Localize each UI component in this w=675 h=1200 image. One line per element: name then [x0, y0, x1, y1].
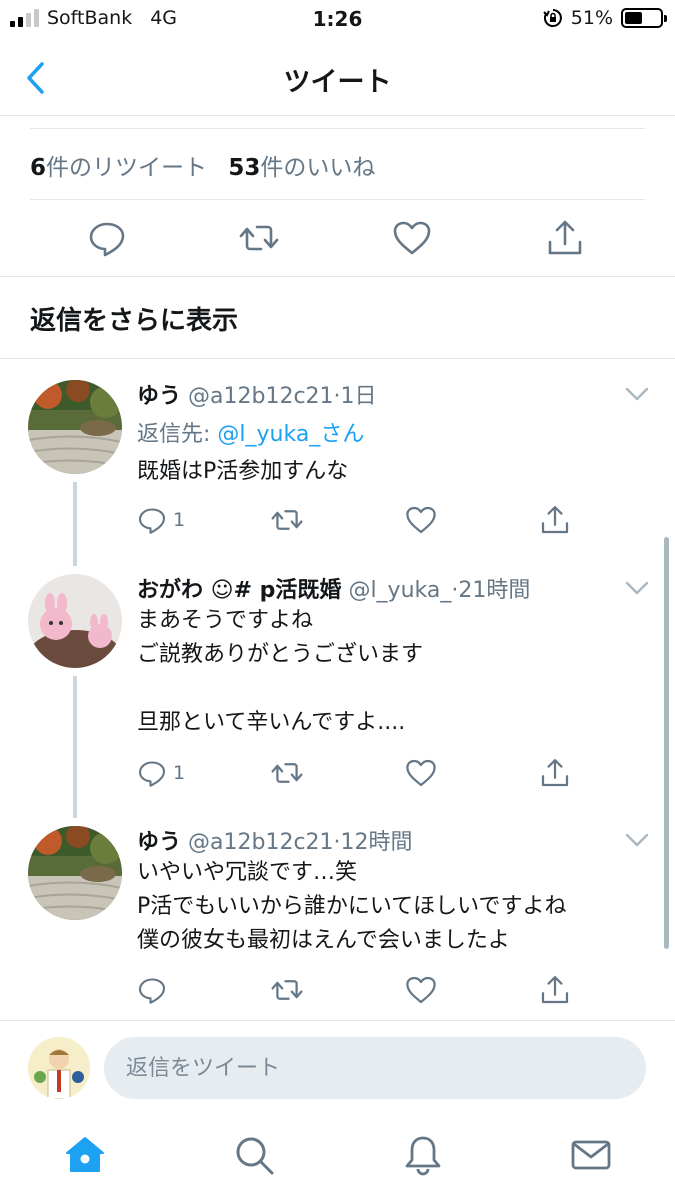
- chevron-down-icon[interactable]: [625, 832, 649, 848]
- reply-icon[interactable]: [87, 218, 127, 258]
- battery-level-fill: [625, 12, 643, 24]
- handle[interactable]: @a12b12c21: [188, 830, 334, 855]
- reply-icon: [138, 761, 166, 787]
- my-avatar[interactable]: [28, 1037, 90, 1099]
- reply-icon: [138, 508, 166, 534]
- display-name[interactable]: ゆう: [137, 830, 181, 855]
- like-icon[interactable]: [405, 974, 437, 1006]
- tweet-actions: 1: [0, 504, 675, 536]
- thread-line: [73, 676, 77, 818]
- reply-tweet[interactable]: ゆう @a12b12c21·1日 返信先: @l_yuka_さん 既婚はP活参加…: [0, 360, 675, 566]
- likes-label: 件のいいね: [260, 155, 376, 181]
- battery-percent: 51%: [570, 7, 613, 29]
- notifications-icon[interactable]: [402, 1134, 444, 1176]
- page-title: ツイート: [283, 67, 392, 98]
- search-icon[interactable]: [233, 1134, 275, 1176]
- reply-icon: [138, 978, 166, 1004]
- avatar[interactable]: [28, 826, 122, 920]
- tweet-header: ゆう @a12b12c21·1日: [137, 378, 377, 410]
- reply-button[interactable]: [137, 974, 173, 1006]
- timestamp: 21時間: [458, 578, 531, 603]
- separator-dot: ·: [333, 384, 341, 409]
- tweet-header: おがわ ☺︎# p活既婚 @l_yuka_·21時間: [137, 572, 530, 604]
- reply-button[interactable]: 1: [137, 757, 185, 789]
- timestamp: 1日: [340, 384, 377, 409]
- reply-to-user-link[interactable]: @l_yuka_さん: [217, 422, 364, 447]
- status-right: 51%: [543, 7, 667, 29]
- like-icon[interactable]: [405, 504, 437, 536]
- tweet-text: 既婚はP活参加すんな: [137, 459, 349, 484]
- retweet-icon[interactable]: [271, 757, 303, 789]
- messages-icon[interactable]: [570, 1134, 612, 1176]
- reply-tweet[interactable]: おがわ ☺︎# p活既婚 @l_yuka_·21時間 まあそうですよね ご説教あ…: [0, 560, 675, 818]
- tweet-actions: [0, 974, 675, 1006]
- orientation-lock-icon: [543, 9, 562, 27]
- share-icon[interactable]: [539, 504, 571, 536]
- separator-dot: ·: [333, 830, 341, 855]
- tweet-text: まあそうですよね ご説教ありがとうございます 旦那といて辛いんですよ....: [137, 608, 424, 735]
- divider: [0, 358, 675, 359]
- tweet-header: ゆう @a12b12c21·12時間: [137, 824, 413, 856]
- battery-icon: [621, 8, 667, 28]
- like-icon[interactable]: [405, 757, 437, 789]
- reply-count: 1: [173, 762, 186, 784]
- share-icon[interactable]: [539, 974, 571, 1006]
- reply-tweet[interactable]: ゆう @a12b12c21·12時間 いやいや冗談です…笑 P活でもいいから誰か…: [0, 812, 675, 1020]
- tweet-action-bar: [0, 218, 675, 262]
- like-icon[interactable]: [392, 218, 432, 258]
- status-bar: SoftBank 4G 1:26 51%: [0, 0, 675, 40]
- tweet-stats: 6件のリツイート 53件のいいね: [30, 148, 375, 182]
- divider: [30, 128, 645, 129]
- avatar[interactable]: [28, 380, 122, 474]
- share-icon[interactable]: [545, 218, 585, 258]
- tab-bar: [0, 1116, 675, 1200]
- like-stat[interactable]: 53件のいいね: [228, 155, 375, 181]
- retweet-stat[interactable]: 6件のリツイート: [30, 155, 207, 181]
- retweet-icon[interactable]: [239, 218, 279, 258]
- tweet-actions: 1: [0, 757, 675, 789]
- home-icon[interactable]: [64, 1134, 106, 1176]
- retweets-label: 件のリツイート: [46, 155, 208, 181]
- display-name[interactable]: ゆう: [137, 384, 181, 409]
- display-name[interactable]: おがわ ☺︎# p活既婚: [137, 578, 341, 603]
- retweet-icon[interactable]: [271, 504, 303, 536]
- avatar[interactable]: [28, 574, 122, 668]
- scrollbar[interactable]: [664, 537, 669, 949]
- divider: [30, 199, 645, 200]
- tweet-text: いやいや冗談です…笑 P活でもいいから誰かにいてほしいですよね 僕の彼女も最初は…: [137, 860, 567, 953]
- likes-count: 53: [228, 155, 261, 181]
- reply-input[interactable]: [104, 1037, 646, 1099]
- timestamp: 12時間: [340, 830, 413, 855]
- handle[interactable]: @l_yuka_: [348, 578, 451, 603]
- chevron-down-icon[interactable]: [625, 580, 649, 596]
- retweets-count: 6: [30, 155, 47, 181]
- divider: [0, 276, 675, 277]
- reply-composer: [0, 1020, 675, 1116]
- reply-count: 1: [173, 509, 186, 531]
- share-icon[interactable]: [539, 757, 571, 789]
- retweet-icon[interactable]: [271, 974, 303, 1006]
- reply-button[interactable]: 1: [137, 504, 185, 536]
- reply-to-line: 返信先: @l_yuka_さん: [137, 416, 364, 448]
- handle[interactable]: @a12b12c21: [188, 384, 334, 409]
- reply-to-label: 返信先:: [137, 422, 218, 447]
- chevron-down-icon[interactable]: [625, 386, 649, 402]
- nav-bar: ツイート: [0, 40, 675, 116]
- show-more-replies[interactable]: 返信をさらに表示: [30, 300, 238, 337]
